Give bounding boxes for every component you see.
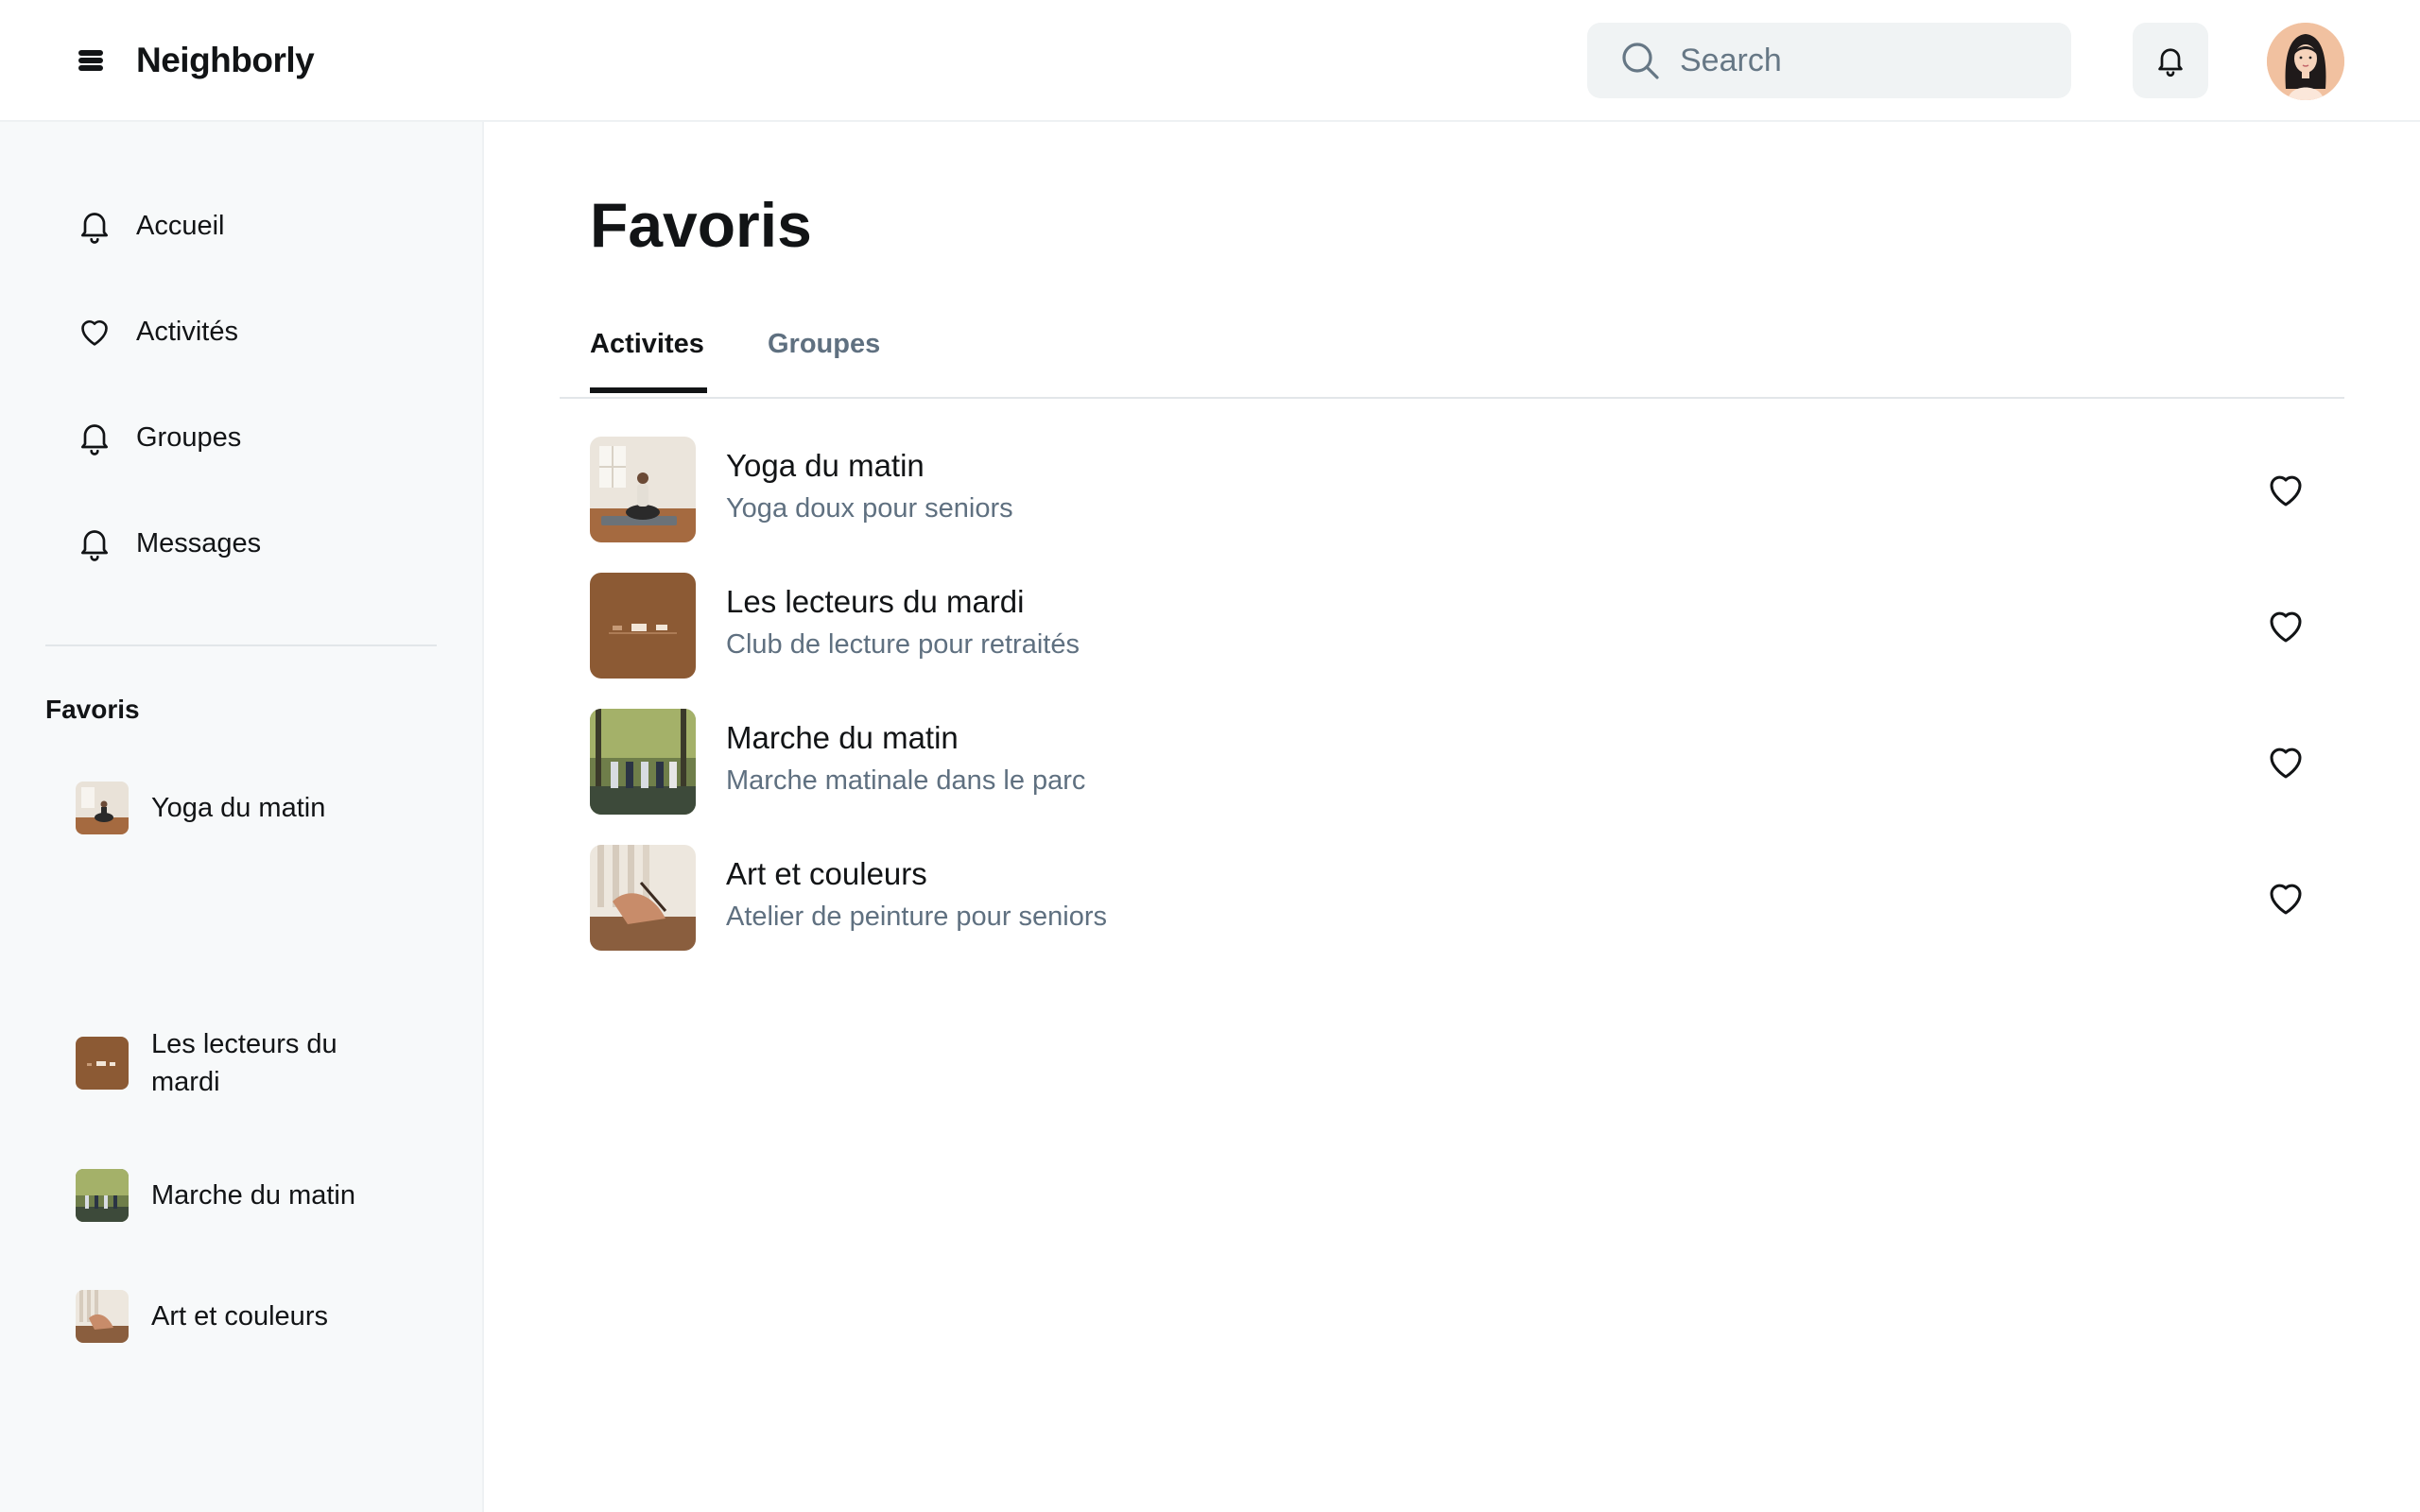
activity-item-yoga[interactable]: Yoga du matin Yoga doux pour seniors [590,437,2344,542]
books-thumbnail [590,573,696,679]
activity-item-lecteurs[interactable]: Les lecteurs du mardi Club de lecture po… [590,573,2344,679]
sidebar-favorite-yoga[interactable]: Yoga du matin [76,782,397,834]
sidebar-favorite-lecteurs[interactable]: Les lecteurs du mardi [76,1025,397,1101]
favorite-label: Marche du matin [151,1180,355,1211]
activity-subtitle: Yoga doux pour seniors [726,493,1013,524]
heart-icon [81,319,108,346]
bell-icon [81,530,108,561]
activity-subtitle: Atelier de peinture pour seniors [726,902,1108,932]
sidebar: Accueil Activités Groupes Messages Favor… [0,122,484,1512]
heart-icon [2270,475,2302,507]
search-bar[interactable] [1587,23,2071,98]
favorite-toggle[interactable] [2263,739,2308,784]
walk-thumbnail [76,1169,129,1222]
sidebar-item-activites[interactable]: Activités [76,303,238,360]
activity-subtitle: Club de lecture pour retraités [726,629,1080,660]
activity-title: Les lecteurs du mardi [726,584,1025,619]
activity-item-marche[interactable]: Marche du matin Marche matinale dans le … [590,709,2344,815]
sidebar-item-label: Groupes [136,421,242,453]
sidebar-item-label: Messages [136,527,262,558]
sidebar-item-label: Activités [136,316,238,347]
sidebar-item-groupes[interactable]: Groupes [76,409,241,466]
yoga-thumbnail [76,782,129,834]
favorite-toggle[interactable] [2263,467,2308,512]
active-tab-indicator [590,387,707,393]
top-header: Neighborly [0,0,2420,122]
bell-icon [81,424,108,455]
brand[interactable]: Neighborly [76,38,315,83]
favorite-toggle[interactable] [2263,875,2308,920]
search-icon [1622,43,1659,79]
brand-name: Neighborly [136,41,315,79]
painting-thumbnail [590,845,696,951]
favorite-label: Art et couleurs [151,1301,328,1332]
heart-icon [2270,884,2302,915]
bell-icon [81,213,108,244]
avatar-portrait [2267,23,2344,100]
favorite-label: Yoga du matin [151,793,326,823]
sidebar-item-accueil[interactable]: Accueil [76,198,225,254]
bell-icon [2158,48,2183,77]
notifications-button[interactable] [2133,23,2208,98]
avatar[interactable] [2267,23,2344,100]
sidebar-divider [45,644,437,646]
favorite-label: Les lecteurs du mardi [151,1029,337,1097]
tab-label: Groupes [768,329,881,359]
logo-icon [78,50,103,71]
sidebar-item-messages[interactable]: Messages [76,515,261,572]
activity-title: Marche du matin [726,720,959,755]
page-title: Favoris [590,190,812,260]
sidebar-favorite-art[interactable]: Art et couleurs [76,1290,397,1343]
activity-title: Art et couleurs [726,856,927,891]
heart-icon [2270,611,2302,643]
favorites-heading: Favoris [45,695,140,724]
yoga-thumbnail [590,437,696,542]
tab-label: Activites [590,329,704,359]
activity-subtitle: Marche matinale dans le parc [726,765,1086,796]
favorite-toggle[interactable] [2263,603,2308,648]
tab-bar: Activites Groupes [560,321,2344,399]
tab-activites[interactable]: Activites [590,329,707,393]
painting-thumbnail [76,1290,129,1343]
books-thumbnail [76,1037,129,1090]
sidebar-favorite-marche[interactable]: Marche du matin [76,1169,397,1222]
heart-icon [2270,747,2302,779]
sidebar-item-label: Accueil [136,210,225,241]
activity-title: Yoga du matin [726,448,925,483]
tab-groupes[interactable]: Groupes [768,329,880,360]
search-input[interactable] [1680,42,2039,79]
walk-thumbnail [590,709,696,815]
activity-item-art[interactable]: Art et couleurs Atelier de peinture pour… [590,845,2344,951]
